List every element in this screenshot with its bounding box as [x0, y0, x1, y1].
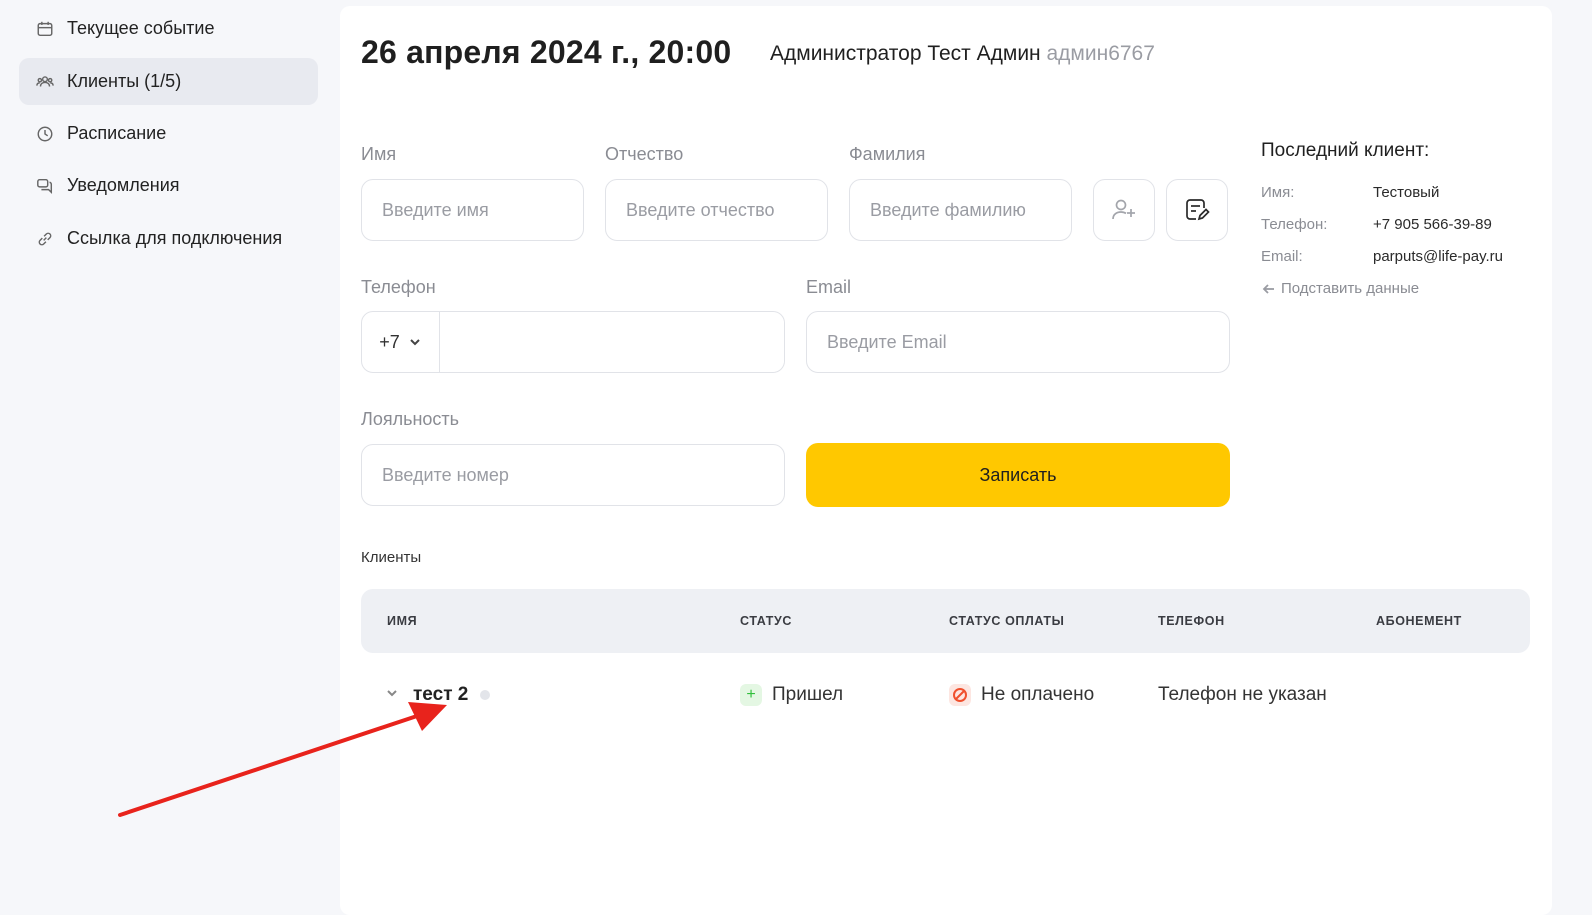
patronymic-label: Отчество: [605, 144, 684, 164]
email-label: Email: [806, 277, 852, 297]
admin-name: Администратор Тест Админ: [770, 42, 1041, 65]
last-name-label: Фамилия: [849, 144, 926, 164]
arrow-left-icon: [1262, 283, 1274, 294]
sidebar-item-label: Текущее событие: [67, 18, 215, 38]
prohibited-icon: [949, 684, 971, 706]
substitute-data-label: Подставить данные: [1281, 280, 1420, 297]
status-dot: [480, 690, 491, 700]
last-client-name-key: Имя:: [1261, 184, 1295, 201]
client-phone: Телефон не указан: [1158, 684, 1327, 705]
last-client-phone-row: Телефон: +7 905 566-39-89: [1261, 216, 1551, 234]
sidebar-item-label: Расписание: [67, 123, 167, 143]
last-client-panel: Последний клиент: Имя: Тестовый Телефон:…: [1261, 140, 1551, 297]
sidebar-item-connection-link[interactable]: Ссылка для подключения: [19, 215, 318, 262]
client-payment-status: Не оплачено: [981, 684, 1095, 705]
sidebar-item-clients[interactable]: Клиенты (1/5): [19, 58, 318, 105]
last-client-name: Тестовый: [1373, 184, 1440, 201]
chat-icon: [35, 176, 55, 196]
chevron-down-icon[interactable]: [385, 684, 399, 706]
loyalty-label: Лояльность: [361, 409, 460, 429]
column-header-status: СТАТУС: [740, 614, 793, 628]
notes-button[interactable]: [1166, 179, 1228, 241]
client-name: тест 2: [413, 684, 469, 705]
sidebar-item-label: Уведомления: [67, 175, 180, 195]
last-client-phone: +7 905 566-39-89: [1373, 216, 1492, 233]
sidebar-item-notifications[interactable]: Уведомления: [19, 162, 318, 209]
column-header-payment-status: СТАТУС ОПЛАТЫ: [949, 614, 1065, 628]
calendar-icon: [35, 19, 55, 39]
status-cell: + Пришел: [740, 684, 843, 706]
phone-label: Телефон: [361, 277, 436, 297]
add-user-button[interactable]: [1093, 179, 1155, 241]
sidebar: Текущее событие Клиенты (1/5) Расписание…: [0, 0, 340, 915]
email-input[interactable]: [806, 311, 1230, 373]
first-name-label: Имя: [361, 144, 397, 164]
loyalty-input[interactable]: [361, 444, 785, 506]
last-client-name-row: Имя: Тестовый: [1261, 184, 1551, 202]
last-client-email-row: Email: parputs@life-pay.ru: [1261, 248, 1551, 266]
last-client-phone-key: Телефон:: [1261, 216, 1328, 233]
users-icon: [35, 72, 55, 92]
phone-input[interactable]: [440, 312, 784, 372]
link-icon: [35, 229, 55, 249]
submit-button[interactable]: Записать: [806, 443, 1230, 507]
phone-code-value: +7: [379, 331, 400, 352]
sidebar-item-label: Ссылка для подключения: [67, 228, 283, 248]
clients-table-header: ИМЯ СТАТУС СТАТУС ОПЛАТЫ ТЕЛЕФОН АБОНЕМЕ…: [361, 589, 1530, 653]
note-edit-icon: [1186, 199, 1210, 221]
sidebar-item-schedule[interactable]: Расписание: [19, 110, 318, 157]
table-row[interactable]: тест 2 + Пришел Не оплачено Телефон не у…: [361, 670, 1530, 720]
phone-cell: Телефон не указан: [1158, 684, 1327, 706]
payment-status-cell: Не оплачено: [949, 684, 1094, 706]
plus-icon: +: [740, 684, 762, 706]
last-client-email: parputs@life-pay.ru: [1373, 248, 1504, 265]
patronymic-input[interactable]: [605, 179, 828, 241]
column-header-subscription: АБОНЕМЕНТ: [1376, 614, 1462, 628]
page-title: 26 апреля 2024 г., 20:00: [361, 34, 732, 70]
substitute-data-link[interactable]: Подставить данные: [1261, 280, 1551, 297]
column-header-phone: ТЕЛЕФОН: [1158, 614, 1225, 628]
admin-info: Администратор Тест Админ админ6767: [770, 42, 1155, 66]
clock-icon: [35, 124, 55, 144]
name-cell: тест 2: [385, 684, 491, 706]
main-panel: 26 апреля 2024 г., 20:00 Администратор Т…: [340, 6, 1552, 915]
user-plus-icon: [1112, 199, 1135, 220]
first-name-input[interactable]: [361, 179, 584, 241]
sidebar-item-label: Клиенты (1/5): [67, 71, 182, 91]
admin-login: админ6767: [1046, 42, 1155, 65]
chevron-down-icon: [410, 339, 420, 346]
sidebar-item-current-event[interactable]: Текущее событие: [19, 5, 318, 52]
last-client-email-key: Email:: [1261, 248, 1303, 265]
client-status: Пришел: [772, 684, 844, 705]
last-client-title: Последний клиент:: [1261, 140, 1430, 161]
phone-code-select[interactable]: +7: [362, 312, 440, 372]
phone-field: +7: [361, 311, 785, 373]
column-header-name: ИМЯ: [387, 614, 418, 628]
last-name-input[interactable]: [849, 179, 1072, 241]
clients-section-title: Клиенты: [361, 549, 422, 566]
